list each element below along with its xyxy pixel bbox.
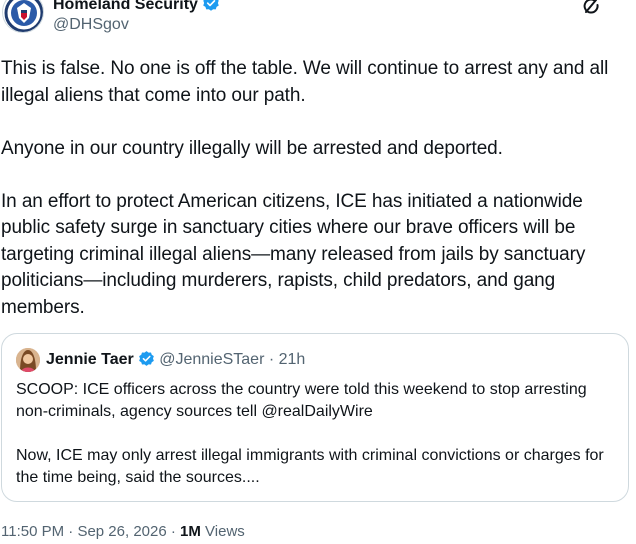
quote-timestamp[interactable]: 21h	[279, 351, 306, 368]
quote-text: SCOOP: ICE officers across the country w…	[16, 379, 616, 489]
post-paragraph: This is false. No one is off the table. …	[1, 58, 609, 106]
post-date[interactable]: Sep 26, 2026	[77, 523, 166, 540]
dhs-seal-icon[interactable]	[2, 0, 44, 33]
separator-dot: ·	[170, 523, 176, 540]
quote-paragraph: Now, ICE may only arrest illegal immigra…	[16, 447, 604, 486]
post-time[interactable]: 11:50 PM	[1, 523, 64, 540]
author-handle[interactable]: @DHSgov	[53, 16, 129, 34]
author-name-text[interactable]: Homeland Security	[53, 0, 198, 13]
separator-dot: ·	[68, 523, 74, 540]
verified-badge-icon	[202, 0, 220, 17]
quote-author-name[interactable]: Jennie Taer	[46, 351, 134, 368]
quote-author-handle[interactable]: @JennieSTaer	[159, 351, 264, 368]
post-text: This is false. No one is off the table. …	[1, 56, 631, 321]
author-name[interactable]: Homeland Security	[53, 0, 220, 17]
quote-header: Jennie Taer @JennieSTaer · 21h	[46, 350, 305, 372]
views-count: 1M	[180, 523, 201, 540]
quote-paragraph: SCOOP: ICE officers across the country w…	[16, 381, 587, 420]
post-paragraph: In an effort to protect American citizen…	[1, 190, 586, 318]
verified-badge-icon	[138, 350, 155, 372]
separator-dot: ·	[268, 351, 275, 368]
post-meta: 11:50 PM · Sep 26, 2026 · 1M Views	[1, 523, 245, 540]
quote-avatar[interactable]	[16, 348, 40, 372]
views-label: Views	[205, 523, 245, 540]
quoted-post-card[interactable]: Jennie Taer @JennieSTaer · 21h SCOOP: IC…	[1, 333, 629, 502]
post-paragraph: Anyone in our country illegally will be …	[1, 137, 503, 159]
grok-icon[interactable]	[581, 0, 601, 21]
